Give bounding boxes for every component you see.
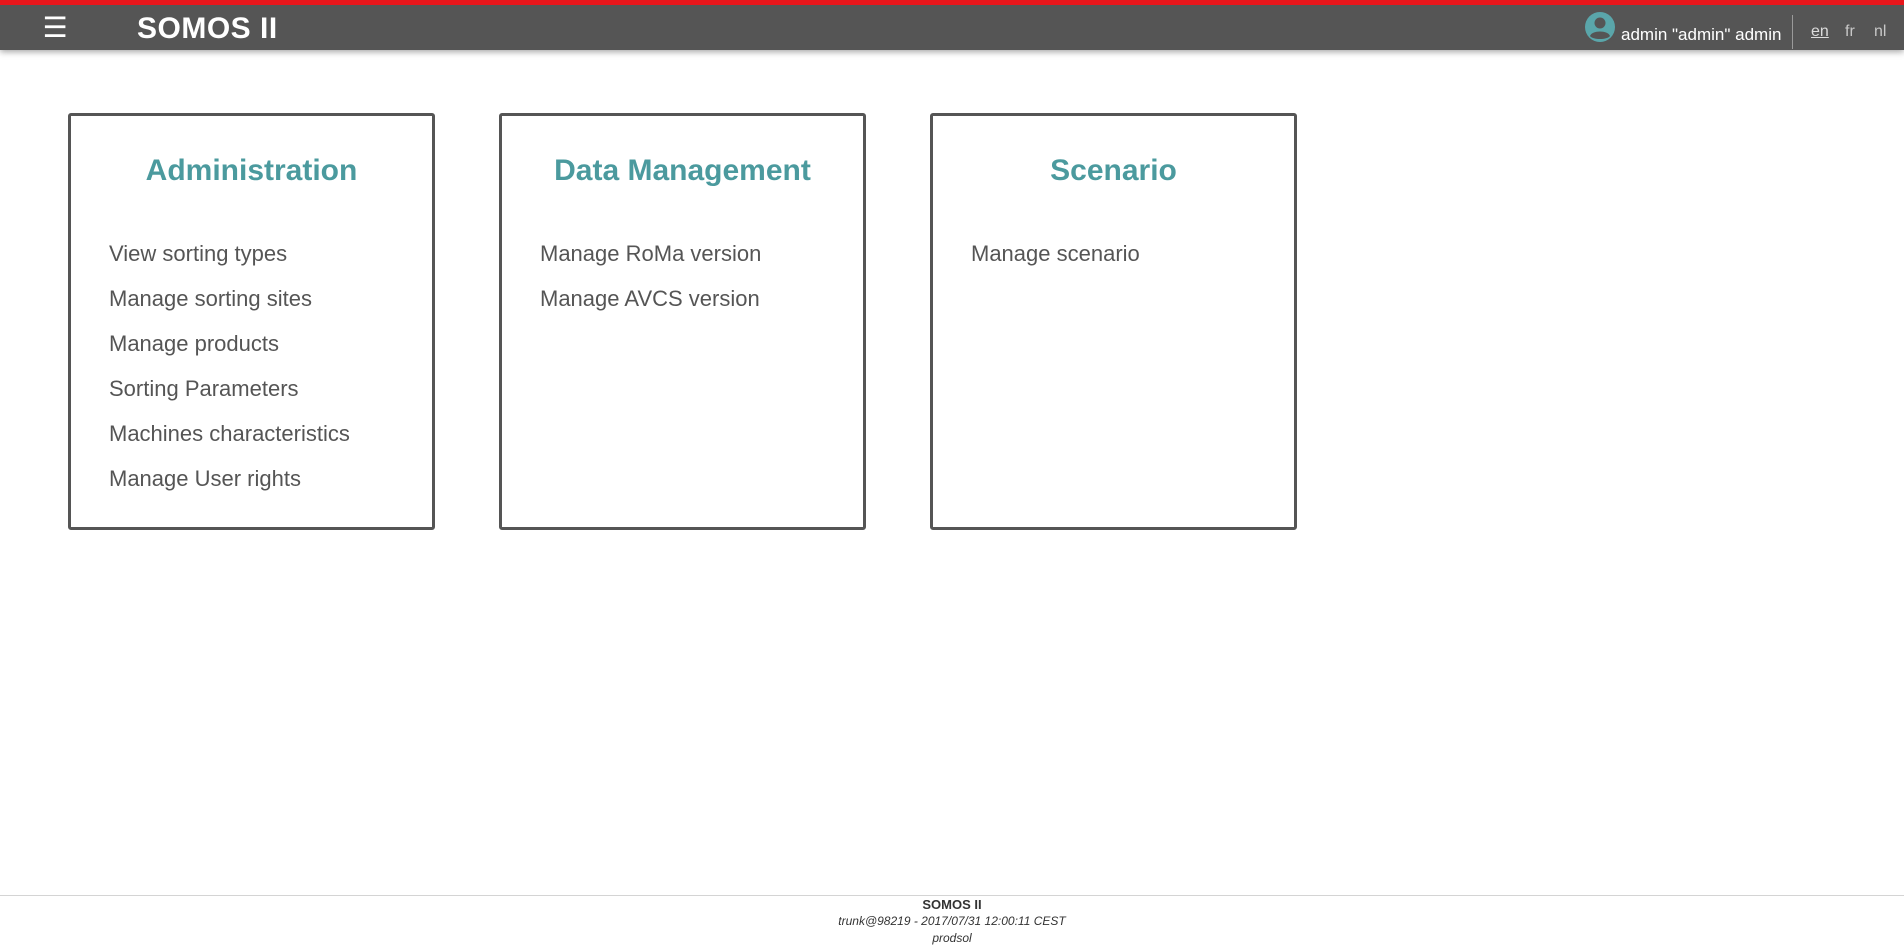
header-divider <box>1792 15 1793 49</box>
app-title[interactable]: SOMOS II <box>137 11 278 47</box>
footer-divider <box>0 895 1904 896</box>
card-data-management: Data Management Manage RoMa version Mana… <box>499 113 866 530</box>
footer-environment: prodsol <box>932 931 972 945</box>
language-en[interactable]: en <box>1811 23 1829 41</box>
link-manage-roma-version[interactable]: Manage RoMa version <box>540 241 761 286</box>
top-bar: ☰ SOMOS II admin "admin" admin en fr nl <box>0 0 1904 50</box>
link-manage-user-rights[interactable]: Manage User rights <box>109 466 350 511</box>
card-scenario: Scenario Manage scenario <box>930 113 1297 530</box>
link-sorting-parameters[interactable]: Sorting Parameters <box>109 376 350 421</box>
link-manage-products[interactable]: Manage products <box>109 331 350 376</box>
card-title-data-management: Data Management <box>554 154 811 187</box>
link-manage-avcs-version[interactable]: Manage AVCS version <box>540 286 761 331</box>
scenario-links: Manage scenario <box>971 241 1140 286</box>
card-title-administration: Administration <box>145 154 358 187</box>
administration-links: View sorting types Manage sorting sites … <box>109 241 350 511</box>
language-nl[interactable]: nl <box>1874 23 1886 41</box>
hamburger-menu-icon[interactable]: ☰ <box>40 12 70 44</box>
footer-app-name: SOMOS II <box>922 897 982 912</box>
link-manage-sorting-sites[interactable]: Manage sorting sites <box>109 286 350 331</box>
user-circle-icon <box>1585 12 1615 42</box>
link-machines-characteristics[interactable]: Machines characteristics <box>109 421 350 466</box>
link-manage-scenario[interactable]: Manage scenario <box>971 241 1140 286</box>
data-management-links: Manage RoMa version Manage AVCS version <box>540 241 761 331</box>
footer-build-info: trunk@98219 - 2017/07/31 12:00:11 CEST <box>838 914 1066 928</box>
footer: SOMOS II trunk@98219 - 2017/07/31 12:00:… <box>0 897 1904 947</box>
user-menu[interactable]: admin "admin" admin <box>1584 11 1781 49</box>
card-title-scenario: Scenario <box>1050 154 1177 187</box>
card-administration: Administration View sorting types Manage… <box>68 113 435 530</box>
language-fr[interactable]: fr <box>1845 23 1855 41</box>
link-view-sorting-types[interactable]: View sorting types <box>109 241 350 286</box>
user-name: admin "admin" admin <box>1621 25 1782 44</box>
